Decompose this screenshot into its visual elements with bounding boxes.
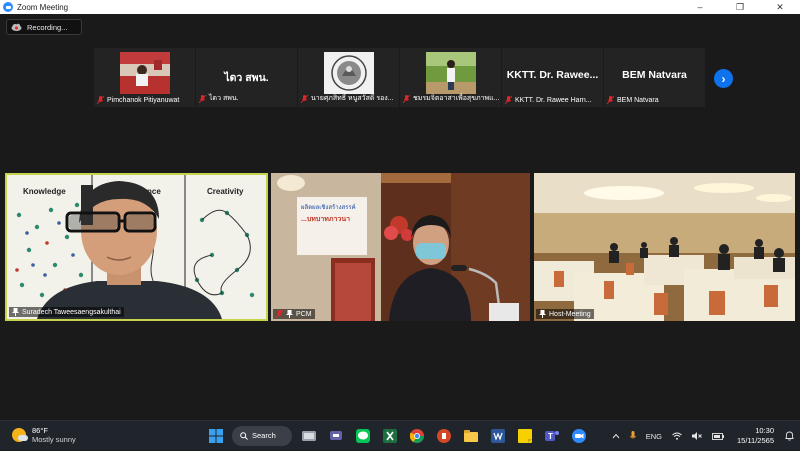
- participant-photo: [426, 52, 476, 94]
- svg-text:T: T: [548, 432, 553, 441]
- video-tile-host[interactable]: Host-Meeting: [534, 173, 795, 321]
- participant-strip: Pimchanok Pitiyanuwat ไดว สพน. ไดว สพน. …: [94, 48, 706, 107]
- clock-time: 10:30: [755, 426, 774, 435]
- banner-text: ผลิตผลเชิงสร้างสรรค์: [301, 203, 356, 211]
- search-label: Search: [252, 431, 276, 440]
- recording-label: Recording...: [27, 22, 68, 32]
- participant-tile[interactable]: ชมรมจิตอาสาเพื่อสุขภาพแ...: [400, 48, 501, 107]
- video-tile-active-speaker[interactable]: Knowledge nce Creativity Suradech Tawees…: [5, 173, 268, 321]
- language-indicator[interactable]: ENG: [646, 432, 662, 441]
- participant-emblem: [324, 52, 374, 94]
- wifi-icon[interactable]: [672, 432, 682, 440]
- taskbar-clock[interactable]: 10:30 15/11/2565: [737, 426, 774, 446]
- restore-button[interactable]: ❐: [720, 0, 760, 14]
- teams-chat-icon[interactable]: [325, 425, 346, 446]
- show-hidden-icons-chevron-icon[interactable]: [612, 433, 620, 439]
- muted-mic-icon: [97, 96, 104, 104]
- muted-mic-icon: [403, 94, 410, 103]
- start-button[interactable]: [205, 425, 226, 446]
- participant-name: นายศุภสิทธิ์ หนูสวัสดิ์ รอง...: [311, 95, 394, 102]
- speaker-video: Knowledge nce Creativity: [7, 175, 266, 319]
- notifications-bell-icon[interactable]: [785, 431, 794, 441]
- video-participant-name: PCM: [296, 310, 312, 318]
- participant-display-name: KKTT. Dr. Rawee...: [506, 69, 599, 81]
- chrome-icon[interactable]: [406, 425, 427, 446]
- participant-display-name: ไดว สพน.: [224, 72, 269, 84]
- next-page-button[interactable]: ›: [714, 69, 733, 88]
- pin-icon: [286, 310, 293, 318]
- slide-word-creativity: Creativity: [207, 187, 244, 196]
- search-icon: [240, 431, 248, 440]
- clock-date: 15/11/2565: [737, 436, 774, 445]
- partly-sunny-icon: [12, 428, 28, 442]
- file-explorer-taskview-icon[interactable]: [298, 425, 319, 446]
- file-explorer-icon[interactable]: [460, 425, 481, 446]
- line-app-icon[interactable]: [352, 425, 373, 446]
- participant-name: KKTT. Dr. Rawee Harn...: [515, 96, 592, 104]
- powerpoint-icon[interactable]: [433, 425, 454, 446]
- muted-mic-icon: [301, 94, 308, 103]
- pin-icon: [12, 308, 19, 316]
- taskbar-search[interactable]: Search: [232, 425, 292, 446]
- minimize-button[interactable]: –: [680, 0, 720, 14]
- participant-tile[interactable]: BEM Natvara BEM Natvara: [604, 48, 705, 107]
- word-icon[interactable]: [487, 425, 508, 446]
- video-participant-name: Suradech Taweesaengsakulthai: [22, 308, 121, 316]
- participant-photo: [120, 52, 170, 94]
- pin-icon: [539, 310, 546, 318]
- microphone-in-use-icon[interactable]: [629, 431, 636, 441]
- participant-tile[interactable]: ไดว สพน. ไดว สพน.: [196, 48, 297, 107]
- sticky-notes-icon[interactable]: [514, 425, 535, 446]
- video-tile-pcm[interactable]: ผลิตผลเชิงสร้างสรรค์ ...บทบาทภาวนา PCM: [271, 173, 530, 321]
- zoom-app-icon: [3, 2, 13, 12]
- windows-taskbar: 86°F Mostly sunny Search T ENG 10:30 15/…: [0, 420, 800, 450]
- participant-tile[interactable]: Pimchanok Pitiyanuwat: [94, 48, 195, 107]
- recording-indicator[interactable]: Recording...: [6, 19, 82, 35]
- weather-condition: Mostly sunny: [32, 435, 76, 444]
- video-participant-name: Host-Meeting: [549, 310, 591, 318]
- weather-temperature: 86°F: [32, 426, 48, 435]
- muted-mic-icon: [505, 96, 512, 104]
- cloud-record-icon: [11, 23, 22, 31]
- host-video: [534, 173, 795, 321]
- muted-mic-icon: [276, 310, 283, 318]
- participant-display-name: BEM Natvara: [622, 69, 687, 81]
- muted-mic-icon: [607, 96, 614, 104]
- pcm-video: ผลิตผลเชิงสร้างสรรค์ ...บทบาทภาวนา: [271, 173, 530, 321]
- weather-widget[interactable]: 86°F Mostly sunny: [12, 426, 76, 444]
- close-button[interactable]: ✕: [760, 0, 800, 14]
- window-title-bar: Zoom Meeting – ❐ ✕: [0, 0, 800, 14]
- volume-muted-icon[interactable]: [692, 432, 702, 440]
- participant-tile[interactable]: นายศุภสิทธิ์ หนูสวัสดิ์ รอง...: [298, 48, 399, 107]
- battery-icon[interactable]: [712, 432, 725, 440]
- window-title: Zoom Meeting: [17, 2, 69, 12]
- banner-text-2: ...บทบาทภาวนา: [301, 216, 350, 223]
- zoom-taskbar-icon[interactable]: [568, 425, 589, 446]
- participant-name: ชมรมจิตอาสาเพื่อสุขภาพแ...: [413, 95, 499, 102]
- slide-word-knowledge: Knowledge: [23, 187, 66, 196]
- participant-name: BEM Natvara: [617, 96, 659, 104]
- participant-tile[interactable]: KKTT. Dr. Rawee... KKTT. Dr. Rawee Harn.…: [502, 48, 603, 107]
- teams-icon[interactable]: T: [541, 425, 562, 446]
- excel-icon[interactable]: [379, 425, 400, 446]
- participant-name: ไดว สพน.: [209, 95, 239, 102]
- participant-name: Pimchanok Pitiyanuwat: [107, 96, 180, 104]
- muted-mic-icon: [199, 94, 206, 103]
